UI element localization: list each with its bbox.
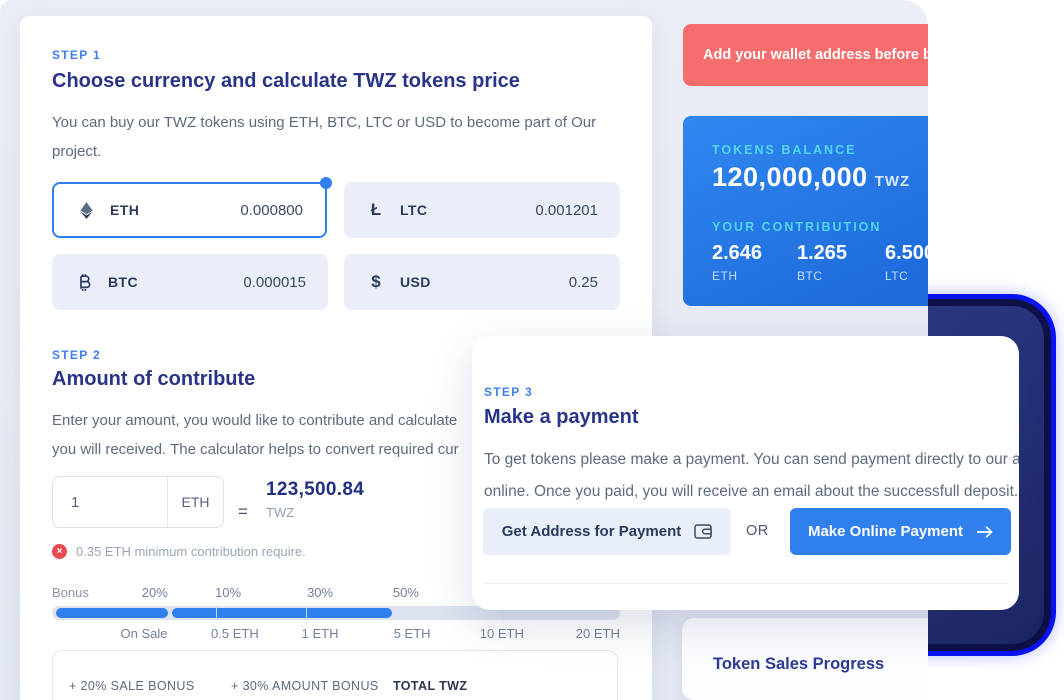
selected-dot — [320, 177, 332, 189]
currency-option-usd[interactable]: $ USD 0.25 — [344, 254, 620, 310]
amount-input[interactable] — [53, 477, 167, 527]
converted-token-unit: TWZ — [266, 505, 294, 520]
step1-label: STEP 1 — [52, 48, 101, 62]
currency-rate: 0.000800 — [240, 202, 303, 219]
step2-title: Amount of contribute — [52, 368, 255, 391]
contribution-value: 6.500 — [885, 242, 928, 265]
contribution-currency: BTC — [797, 269, 847, 283]
card-divider — [484, 583, 1007, 584]
amount-bonus-label: + 30% AMOUNT BONUS — [231, 679, 379, 693]
error-text: 0.35 ETH minimum contribution require. — [76, 544, 306, 559]
step1-title: Choose currency and calculate TWZ tokens… — [52, 70, 520, 93]
contribution-value: 2.646 — [712, 242, 762, 265]
bonus-tick-labels: On Sale 0.5 ETH 1 ETH 5 ETH 10 ETH 20 ET… — [52, 626, 620, 642]
wallet-address-alert-text: Add your wallet address before buying — [703, 47, 928, 63]
your-contribution-label: YOUR CONTRIBUTION — [712, 220, 881, 234]
tokens-balance-value: 120,000,000 TWZ — [712, 162, 910, 193]
minimum-contribution-error: × 0.35 ETH minimum contribution require. — [52, 544, 306, 559]
currency-code: ETH — [110, 202, 139, 218]
step2-description-line1: Enter your amount, you would like to con… — [52, 412, 457, 429]
step3-description-line1: To get tokens please make a payment. You… — [484, 445, 1019, 474]
bonus-tick-label: 20 ETH — [576, 626, 620, 641]
currency-rate: 0.001201 — [535, 202, 598, 219]
bonus-percent: 50% — [393, 585, 419, 600]
token-sales-progress-card: Token Sales Progress — [682, 618, 928, 700]
step3-title: Make a payment — [484, 406, 639, 429]
amount-currency-suffix: ETH — [167, 477, 223, 527]
get-address-button[interactable]: Get Address for Payment — [483, 508, 731, 555]
contribution-value: 1.265 — [797, 242, 847, 265]
step3-description-line2: online. Once you paid, you will receive … — [484, 477, 1018, 506]
bonus-tick-label: 1 ETH — [302, 626, 339, 641]
step1-description: You can buy our TWZ tokens using ETH, BT… — [52, 108, 612, 166]
balance-number: 120,000,000 — [712, 162, 868, 192]
currency-option-ltc[interactable]: Ł LTC 0.001201 — [344, 182, 620, 238]
error-icon: × — [52, 544, 67, 559]
bonus-label: Bonus — [52, 585, 89, 600]
contribution-btc: 1.265 BTC — [797, 242, 847, 283]
currency-code: LTC — [400, 202, 427, 218]
bonus-summary-box: + 20% SALE BONUS + 30% AMOUNT BONUS TOTA… — [52, 650, 618, 700]
currency-rate: 0.000015 — [243, 274, 306, 291]
equals-sign: = — [238, 502, 248, 522]
or-separator: OR — [746, 523, 769, 539]
step2-description-line2: you will received. The calculator helps … — [52, 441, 459, 458]
bonus-progress-segment — [56, 608, 168, 618]
sale-bonus-label: + 20% SALE BONUS — [69, 679, 195, 693]
bonus-percent: 10% — [215, 585, 241, 600]
ltc-icon: Ł — [366, 200, 386, 220]
bonus-tick-line — [306, 606, 307, 620]
make-online-payment-button[interactable]: Make Online Payment — [790, 508, 1011, 555]
get-address-button-label: Get Address for Payment — [502, 523, 682, 540]
online-payment-button-label: Make Online Payment — [808, 523, 963, 540]
currency-code: USD — [400, 274, 431, 290]
amount-input-group: ETH — [52, 476, 224, 528]
bonus-percent: 20% — [142, 585, 168, 600]
contribution-currency: ETH — [712, 269, 762, 283]
currency-option-btc[interactable]: BTC 0.000015 — [52, 254, 328, 310]
bonus-tick-label: On Sale — [121, 626, 168, 641]
token-sales-progress-title: Token Sales Progress — [713, 655, 884, 674]
bonus-tick-line — [216, 606, 217, 620]
tokens-balance-card: TOKENS BALANCE 120,000,000 TWZ YOUR CONTR… — [683, 116, 928, 306]
currency-code: BTC — [108, 274, 138, 290]
tokens-balance-label: TOKENS BALANCE — [712, 143, 856, 157]
wallet-icon — [694, 524, 712, 539]
contribution-eth: 2.646 ETH — [712, 242, 762, 283]
currency-option-eth[interactable]: ETH 0.000800 — [52, 182, 327, 238]
usd-icon: $ — [366, 272, 386, 292]
btc-icon — [74, 274, 94, 291]
step2-label: STEP 2 — [52, 348, 101, 362]
bonus-tick-label: 5 ETH — [394, 626, 431, 641]
bonus-tick-label: 0.5 ETH — [211, 626, 259, 641]
make-payment-card: STEP 3 Make a payment To get tokens plea… — [472, 336, 1019, 610]
bonus-progress-segment — [172, 608, 392, 618]
converted-token-amount: 123,500.84 — [266, 479, 364, 501]
bonus-tick-label: 10 ETH — [480, 626, 524, 641]
wallet-address-alert[interactable]: Add your wallet address before buying — [683, 24, 928, 86]
balance-unit: TWZ — [875, 173, 910, 190]
step3-label: STEP 3 — [484, 385, 533, 399]
total-twz-label: TOTAL TWZ — [393, 679, 467, 693]
arrow-right-icon — [976, 525, 993, 539]
bonus-percent: 30% — [307, 585, 333, 600]
contribution-ltc: 6.500 LTC — [885, 242, 928, 283]
eth-icon — [76, 202, 96, 219]
contribution-currency: LTC — [885, 269, 928, 283]
currency-rate: 0.25 — [569, 274, 598, 291]
